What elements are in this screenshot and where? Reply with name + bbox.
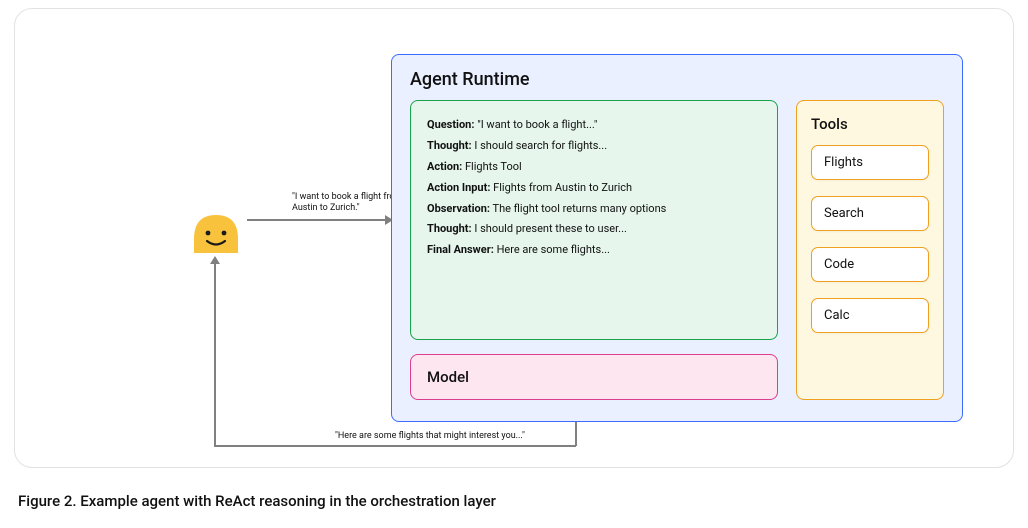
reasoning-row: Thought: I should present these to user.… [427, 219, 761, 240]
agent-runtime-box: Agent Runtime Question: "I want to book … [391, 54, 963, 422]
reasoning-row: Action: Flights Tool [427, 157, 761, 178]
reasoning-row: Question: "I want to book a flight..." [427, 115, 761, 136]
arrow-return-h [214, 445, 576, 447]
tool-item-calc: Calc [811, 298, 929, 333]
arrow-return-v2 [214, 263, 216, 446]
arrow-return-head [210, 256, 220, 264]
arrow-to-runtime [247, 219, 385, 221]
model-box: Model [410, 354, 778, 400]
tool-item-flights: Flights [811, 145, 929, 180]
figure-caption: Figure 2. Example agent with ReAct reaso… [18, 492, 496, 510]
figure-frame: "I want to book a flight from Austin to … [14, 8, 1014, 468]
tools-title: Tools [811, 115, 929, 133]
response-text: "Here are some flights that might intere… [335, 431, 525, 441]
arrow-return-v1 [575, 422, 577, 446]
tool-item-code: Code [811, 247, 929, 282]
reasoning-row: Thought: I should search for flights... [427, 136, 761, 157]
reasoning-row: Final Answer: Here are some flights... [427, 240, 761, 261]
tools-box: Tools Flights Search Code Calc [796, 100, 944, 400]
reasoning-row: Observation: The flight tool returns man… [427, 199, 761, 220]
reasoning-box: Question: "I want to book a flight..." T… [410, 100, 778, 340]
tool-item-search: Search [811, 196, 929, 231]
reasoning-row: Action Input: Flights from Austin to Zur… [427, 178, 761, 199]
user-face-icon [190, 209, 242, 253]
user-prompt-text: "I want to book a flight from Austin to … [292, 192, 407, 215]
agent-runtime-title: Agent Runtime [410, 69, 944, 90]
